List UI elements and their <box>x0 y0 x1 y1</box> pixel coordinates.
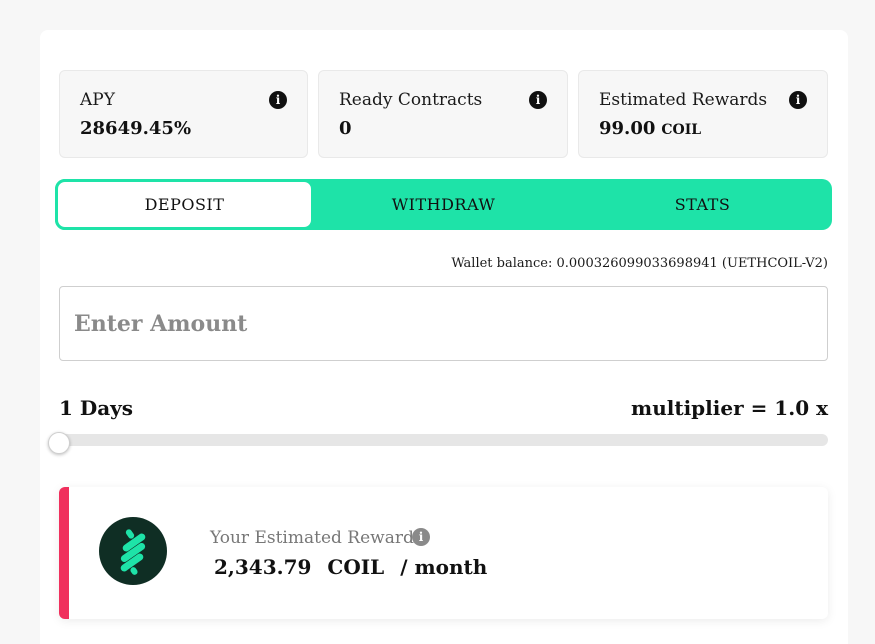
info-icon[interactable]: i <box>412 528 430 546</box>
wallet-balance: Wallet balance: 0.000326099033698941 (UE… <box>451 256 828 271</box>
lock-days-label: 1 Days <box>59 396 134 420</box>
rewards-accent-bar <box>59 487 69 619</box>
stat-value: 28649.45% <box>80 118 192 139</box>
stat-label: Estimated Rewards <box>599 90 768 110</box>
amount-input[interactable] <box>59 286 828 361</box>
rewards-label: Your Estimated Rewards <box>210 528 423 548</box>
stat-label: Ready Contracts <box>339 90 483 110</box>
estimated-rewards-card: Your Estimated Rewards i 2,343.79 COIL / m… <box>59 487 828 619</box>
coil-logo-icon <box>99 517 167 585</box>
stat-card-apy: APY i 28649.45% <box>59 70 308 158</box>
rewards-period: / month <box>400 555 488 579</box>
info-icon[interactable]: i <box>269 91 287 109</box>
tab-withdraw[interactable]: WITHDRAW <box>314 179 573 230</box>
rewards-amount: 2,343.79 <box>214 555 312 579</box>
stat-card-ready-contracts: Ready Contracts i 0 <box>318 70 568 158</box>
stat-label: APY <box>80 90 115 110</box>
info-icon[interactable]: i <box>529 91 547 109</box>
rewards-value: 2,343.79 COIL / month <box>214 555 503 579</box>
stat-unit: COIL <box>661 122 702 138</box>
action-tabs: DEPOSIT WITHDRAW STATS <box>55 179 832 230</box>
slider-handle[interactable] <box>48 432 70 454</box>
tab-deposit[interactable]: DEPOSIT <box>55 179 314 230</box>
rewards-unit: COIL <box>327 555 385 579</box>
stat-value: 0 <box>339 118 352 139</box>
tab-stats[interactable]: STATS <box>573 179 832 230</box>
info-icon[interactable]: i <box>789 91 807 109</box>
stat-value: 99.00 COIL <box>599 118 702 139</box>
lock-duration-slider[interactable] <box>59 434 828 446</box>
stat-card-estimated-rewards: Estimated Rewards i 99.00 COIL <box>578 70 828 158</box>
multiplier-label: multiplier = 1.0 x <box>631 396 828 420</box>
